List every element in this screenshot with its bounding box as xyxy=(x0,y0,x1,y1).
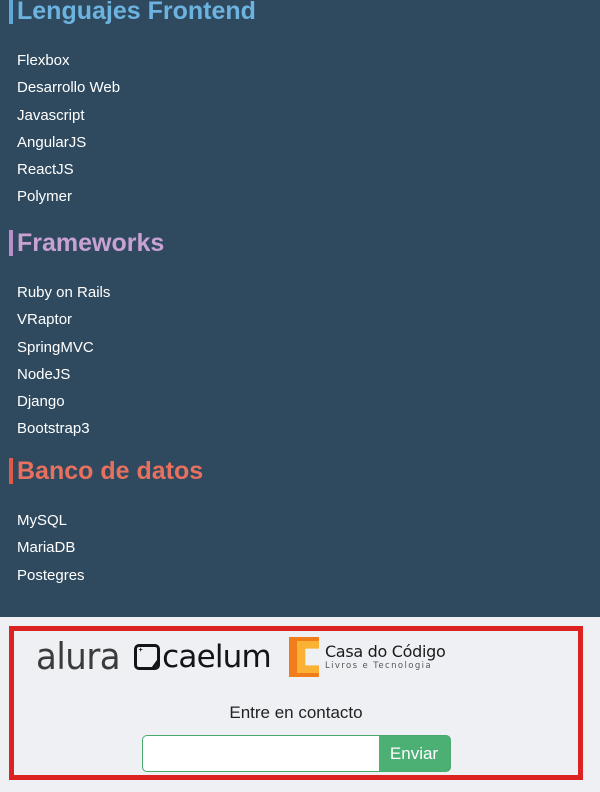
list-item: Polymer xyxy=(0,183,600,210)
link-postegres[interactable]: Postegres xyxy=(0,562,600,589)
caelum-wordmark: caelum xyxy=(162,639,272,675)
section-title-frameworks: Frameworks xyxy=(0,228,600,258)
casa-do-codigo-subtitle: Livros e Tecnologia xyxy=(324,660,433,671)
casa-do-codigo-logo: Casa do Código Livros e Tecnologia xyxy=(288,637,446,677)
accent-bar-icon xyxy=(9,0,13,24)
link-django[interactable]: Django xyxy=(0,388,600,415)
contact-submit-button[interactable]: Enviar xyxy=(378,735,451,772)
contact-label: Entre en contacto xyxy=(229,703,363,722)
list-item: Desarrollo Web xyxy=(0,74,600,101)
list-item: NodeJS xyxy=(0,361,600,388)
list-item: Django xyxy=(0,388,600,415)
link-desarrollo-web[interactable]: Desarrollo Web xyxy=(0,74,600,101)
link-javascript[interactable]: Javascript xyxy=(0,102,600,129)
casa-do-codigo-c-icon xyxy=(288,637,319,677)
section-title-banco-de-datos: Banco de datos xyxy=(0,456,600,486)
accent-bar-icon xyxy=(9,230,13,256)
link-list-banco-de-datos: MySQL MariaDB Postegres xyxy=(0,507,600,589)
section-lenguajes-frontend: Lenguajes Frontend Flexbox Desarrollo We… xyxy=(0,0,600,211)
casa-do-codigo-title: Casa do Código xyxy=(324,641,446,661)
link-angularjs[interactable]: AngularJS xyxy=(0,129,600,156)
list-item: Ruby on Rails xyxy=(0,279,600,306)
list-item: VRaptor xyxy=(0,306,600,333)
partner-logos: alura caelum Casa do Código Livros e Tec… xyxy=(26,635,446,679)
link-vraptor[interactable]: VRaptor xyxy=(0,306,600,333)
link-bootstrap3[interactable]: Bootstrap3 xyxy=(0,415,600,442)
main-content: Lenguajes Frontend Flexbox Desarrollo We… xyxy=(0,0,600,617)
section-title-lenguajes-frontend: Lenguajes Frontend xyxy=(0,0,600,26)
link-mysql[interactable]: MySQL xyxy=(0,507,600,534)
list-item: Flexbox xyxy=(0,47,600,74)
link-polymer[interactable]: Polymer xyxy=(0,183,600,210)
list-item: Javascript xyxy=(0,102,600,129)
link-mariadb[interactable]: MariaDB xyxy=(0,534,600,561)
contact-form: Enviar xyxy=(14,735,578,772)
link-nodejs[interactable]: NodeJS xyxy=(0,361,600,388)
link-springmvc[interactable]: SpringMVC xyxy=(0,334,600,361)
link-flexbox[interactable]: Flexbox xyxy=(0,47,600,74)
list-item: ReactJS xyxy=(0,156,600,183)
section-title-text: Banco de datos xyxy=(17,457,204,485)
link-list-lenguajes-frontend: Flexbox Desarrollo Web Javascript Angula… xyxy=(0,47,600,211)
section-title-text: Lenguajes Frontend xyxy=(17,0,256,25)
caelum-logo: caelum xyxy=(134,640,289,674)
footer: alura caelum Casa do Código Livros e Tec… xyxy=(0,617,600,792)
caelum-mark-icon xyxy=(134,644,161,670)
link-list-frameworks: Ruby on Rails VRaptor SpringMVC NodeJS D… xyxy=(0,279,600,443)
list-item: AngularJS xyxy=(0,129,600,156)
accent-bar-icon xyxy=(9,458,13,484)
section-banco-de-datos: Banco de datos MySQL MariaDB Postegres xyxy=(0,456,600,589)
list-item: Postegres xyxy=(0,562,600,589)
list-item: SpringMVC xyxy=(0,334,600,361)
list-item: Bootstrap3 xyxy=(0,415,600,442)
list-item: MariaDB xyxy=(0,534,600,561)
link-reactjs[interactable]: ReactJS xyxy=(0,156,600,183)
link-ruby-on-rails[interactable]: Ruby on Rails xyxy=(0,279,600,306)
footer-highlight-box: alura caelum Casa do Código Livros e Tec… xyxy=(9,626,583,780)
section-title-text: Frameworks xyxy=(17,229,165,257)
casa-do-codigo-wordmark: Casa do Código Livros e Tecnologia xyxy=(324,641,446,671)
section-frameworks: Frameworks Ruby on Rails VRaptor SpringM… xyxy=(0,228,600,443)
alura-logo: alura xyxy=(36,635,121,679)
contact-email-input[interactable] xyxy=(141,735,379,772)
list-item: MySQL xyxy=(0,507,600,534)
